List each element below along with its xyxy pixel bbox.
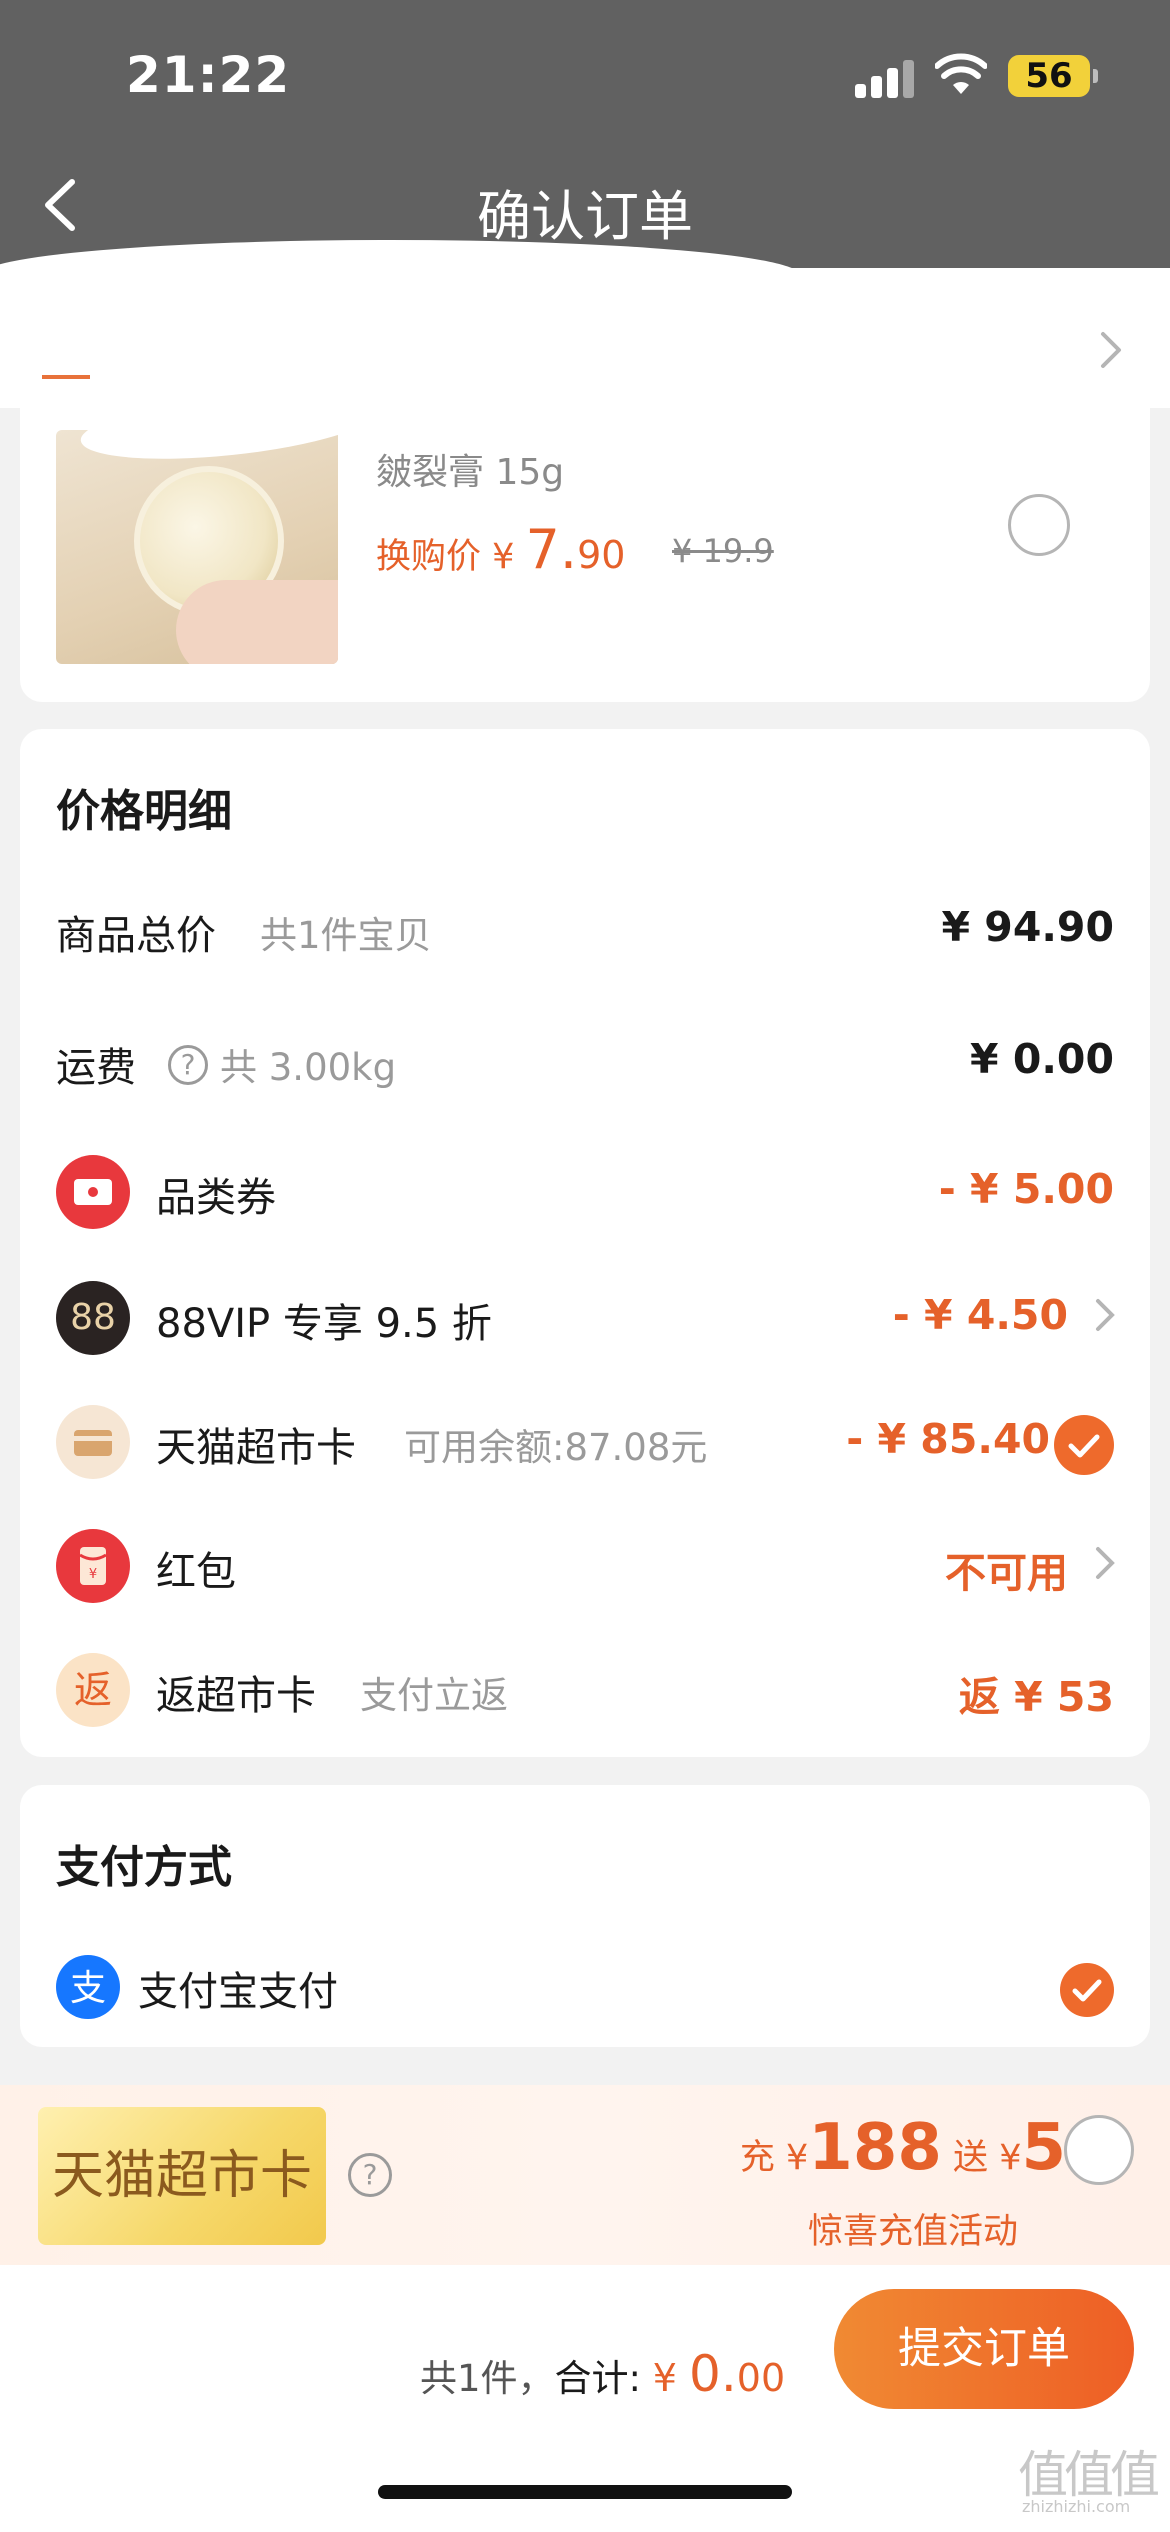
red-packet-icon: ¥: [56, 1529, 130, 1603]
supermarket-card-balance: 可用余额:87.08元: [404, 1426, 708, 1469]
alipay-icon: 支: [56, 1955, 120, 2019]
product-image[interactable]: [56, 430, 338, 664]
supermarket-card-tag: 天猫超市卡: [38, 2107, 326, 2245]
watermark-domain: zhizhizhi.com: [1022, 2497, 1131, 2516]
vip-88-icon: 88: [56, 1281, 130, 1355]
payment-title: 支付方式: [56, 1842, 232, 1893]
recharge-offer: 充 ¥188 送 ¥5: [739, 2111, 1066, 2185]
price-detail-card: 价格明细 商品总价 共1件宝贝 ¥ 94.90 运费 ? 共 3.00kg ¥ …: [20, 729, 1150, 1757]
chevron-right-icon[interactable]: [1094, 1297, 1116, 1333]
home-indicator[interactable]: [378, 2485, 792, 2499]
recharge-select-radio[interactable]: [1064, 2115, 1134, 2185]
exchange-price: 换购价 ¥ 7.90: [376, 518, 626, 581]
checkmark-icon[interactable]: [1060, 1963, 1114, 2017]
order-total: 共1件，合计: ¥ 0.00: [420, 2345, 786, 2403]
supermarket-card-value: - ¥ 85.40: [846, 1415, 1050, 1463]
coupon-value: - ¥ 5.00: [938, 1165, 1114, 1213]
cashback-icon: 返: [56, 1653, 130, 1727]
svg-text:支: 支: [70, 1968, 106, 2009]
recharge-promo-subtitle: 惊喜充值活动: [808, 2212, 1019, 2252]
checkout-bar: 共1件，合计: ¥ 0.00 提交订单 值值值 zhizhizhi.com: [0, 2265, 1170, 2532]
help-icon[interactable]: ?: [168, 1045, 208, 1085]
page-title: 确认订单: [477, 185, 693, 248]
svg-text:¥: ¥: [89, 1567, 97, 1582]
goods-total-value: ¥ 94.90: [941, 903, 1115, 951]
shipping-value: ¥ 0.00: [970, 1035, 1114, 1083]
help-icon[interactable]: ?: [348, 2153, 392, 2197]
product-subtitle: 皴裂膏 15g: [376, 452, 565, 493]
goods-count: 共1件宝贝: [260, 914, 432, 957]
payment-method-card: 支付方式 支 支付宝支付: [20, 1785, 1150, 2047]
chevron-right-icon[interactable]: [1097, 330, 1125, 370]
shipping-label: 运费: [56, 1045, 136, 1091]
supermarket-card-label: 天猫超市卡: [156, 1425, 356, 1471]
product-select-radio[interactable]: [1008, 494, 1070, 556]
battery-indicator: 56: [1008, 55, 1098, 97]
submit-order-button[interactable]: 提交订单: [834, 2289, 1134, 2409]
red-packet-label: 红包: [156, 1549, 236, 1595]
shipping-weight: 共 3.00kg: [220, 1046, 397, 1089]
checkmark-icon[interactable]: [1054, 1415, 1114, 1475]
status-time: 21:22: [126, 46, 291, 104]
cashback-label: 返超市卡: [156, 1673, 316, 1719]
coupon-icon: [56, 1155, 130, 1229]
wifi-icon: [935, 53, 987, 94]
price-detail-title: 价格明细: [56, 786, 232, 837]
original-price: ¥ 19.9: [672, 532, 774, 570]
cashback-value: 返 ¥ 53: [958, 1673, 1114, 1721]
red-packet-value[interactable]: 不可用: [945, 1539, 1068, 1599]
vip-discount-label: 88VIP 专享 9.5 折: [156, 1301, 492, 1347]
coupon-label: 品类券: [156, 1175, 276, 1221]
cellular-signal-icon: [855, 58, 915, 98]
vip-discount-value[interactable]: - ¥ 4.50: [893, 1291, 1068, 1339]
goods-total-label: 商品总价: [56, 913, 216, 959]
cashback-note: 支付立返: [360, 1674, 508, 1717]
navigation-header: 21:22 56 确认订单: [0, 0, 1170, 272]
chevron-right-icon[interactable]: [1094, 1545, 1116, 1581]
alipay-label[interactable]: 支付宝支付: [138, 1959, 338, 2017]
supermarket-card-icon: [56, 1405, 130, 1479]
recharge-promo-bar: 天猫超市卡 ? 充 ¥188 送 ¥5 惊喜充值活动: [0, 2085, 1170, 2265]
